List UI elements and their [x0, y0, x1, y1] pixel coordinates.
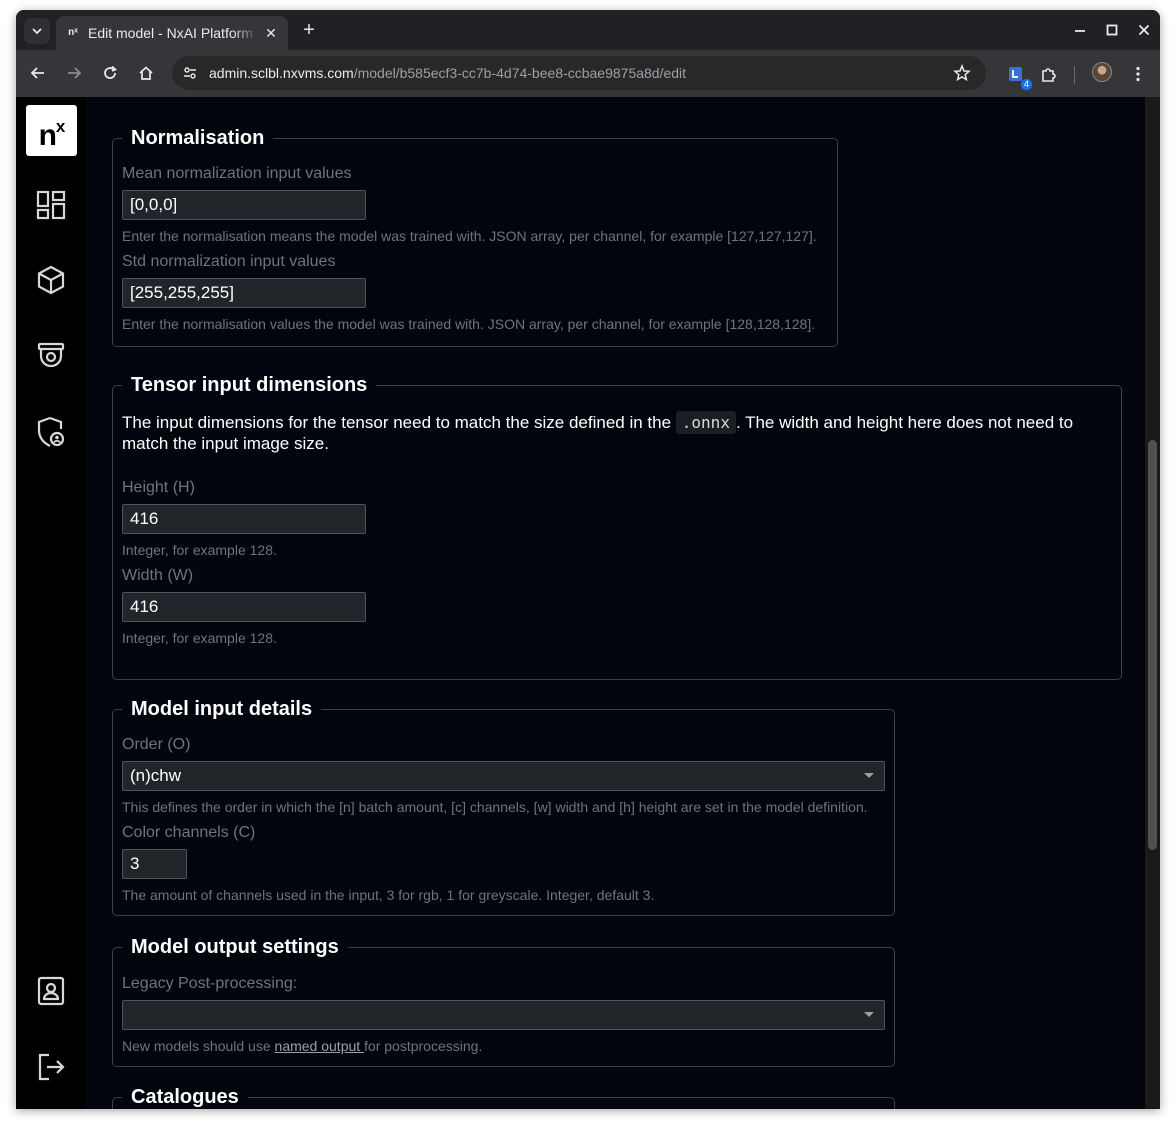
- height-input[interactable]: 416: [122, 504, 366, 534]
- legacy-postprocessing-select[interactable]: [122, 1000, 885, 1030]
- close-tab-icon[interactable]: ✕: [262, 24, 280, 42]
- browser-toolbar: admin.sclbl.nxvms.com/model/b585ecf3-cc7…: [16, 50, 1160, 97]
- logo-text: n: [38, 119, 57, 152]
- close-window-button[interactable]: [1128, 10, 1160, 50]
- std-input[interactable]: [255,255,255]: [122, 278, 366, 308]
- tab-search-button[interactable]: [24, 18, 50, 44]
- tensor-section: Tensor input dimensions The input dimens…: [112, 373, 1122, 680]
- channels-help: The amount of channels used in the input…: [122, 887, 655, 903]
- close-icon: [1138, 24, 1150, 36]
- home-button[interactable]: [135, 62, 157, 84]
- tab-title: Edit model - NxAI Platform: [88, 25, 253, 41]
- address-bar[interactable]: admin.sclbl.nxvms.com/model/b585ecf3-cc7…: [172, 56, 986, 90]
- profile-icon[interactable]: [36, 976, 66, 1006]
- logo-superscript: x: [55, 117, 66, 136]
- channels-input[interactable]: 3: [122, 849, 187, 879]
- url-text: admin.sclbl.nxvms.com/model/b585ecf3-cc7…: [209, 64, 686, 82]
- output-help: New models should use named output for p…: [122, 1037, 885, 1055]
- extension-badge: 4: [1020, 79, 1032, 90]
- profile-avatar[interactable]: [1092, 62, 1112, 82]
- minimize-icon: [1075, 30, 1085, 32]
- url-host: admin.sclbl.nxvms.com: [209, 65, 354, 81]
- extensions-menu-button[interactable]: [1037, 62, 1061, 86]
- more-vert-icon: [1136, 66, 1140, 82]
- normalisation-section: Normalisation Mean normalization input v…: [112, 126, 838, 347]
- order-help: This defines the order in which the [n] …: [122, 799, 868, 815]
- page-scrollbar[interactable]: [1145, 97, 1160, 1109]
- arrow-right-icon: [68, 67, 82, 79]
- dropdown-caret-icon: [864, 1012, 874, 1017]
- site-info-icon[interactable]: [180, 63, 200, 83]
- width-label: Width (W): [122, 567, 194, 584]
- mean-input[interactable]: [0,0,0]: [122, 190, 366, 220]
- reload-button[interactable]: [99, 62, 121, 84]
- mean-label: Mean normalization input values: [122, 165, 352, 182]
- width-input[interactable]: 416: [122, 592, 366, 622]
- height-help: Integer, for example 128.: [122, 542, 277, 558]
- puzzle-icon: [1042, 68, 1056, 82]
- back-button[interactable]: [27, 62, 49, 84]
- app-area: nx Normalisation Mean normalization inpu…: [16, 97, 1160, 1109]
- catalogues-section: Catalogues: [112, 1085, 895, 1109]
- normalisation-legend: Normalisation: [131, 127, 265, 149]
- maximize-button[interactable]: [1096, 10, 1128, 50]
- onnx-code: .onnx: [675, 411, 736, 434]
- minimize-button[interactable]: [1064, 10, 1096, 50]
- tensor-legend: Tensor input dimensions: [131, 374, 368, 396]
- legacy-postprocessing-label: Legacy Post-processing:: [122, 975, 298, 992]
- order-value: (n)chw: [130, 766, 182, 785]
- mean-help: Enter the normalisation means the model …: [122, 228, 817, 244]
- url-path: /model/b585ecf3-cc7b-4d74-bee8-ccbae9875…: [353, 65, 687, 81]
- named-output-link[interactable]: named output: [275, 1038, 365, 1054]
- main-content: Normalisation Mean normalization input v…: [86, 97, 1145, 1109]
- tensor-desc-before: The input dimensions for the tensor need…: [122, 413, 676, 432]
- shield-user-icon[interactable]: [36, 416, 66, 447]
- sidebar: nx: [16, 97, 86, 1109]
- arrow-left-icon: [30, 67, 44, 79]
- logout-icon[interactable]: [36, 1052, 66, 1082]
- nx-favicon-icon: nˣ: [68, 27, 78, 38]
- camera-icon[interactable]: [36, 341, 66, 371]
- height-label: Height (H): [122, 479, 195, 496]
- chevron-down-icon: [32, 28, 42, 35]
- bookmark-star-icon[interactable]: [952, 63, 972, 83]
- dashboard-icon[interactable]: [36, 190, 66, 220]
- scrollbar-thumb[interactable]: [1148, 440, 1157, 850]
- extension-button[interactable]: 4: [1004, 62, 1032, 90]
- width-help: Integer, for example 128.: [122, 630, 277, 646]
- std-label: Std normalization input values: [122, 253, 336, 270]
- cube-icon[interactable]: [36, 265, 66, 295]
- browser-window: nˣ Edit model - NxAI Platform ✕ + admin.…: [16, 10, 1160, 1109]
- forward-button[interactable]: [63, 62, 85, 84]
- nx-logo[interactable]: nx: [26, 105, 77, 156]
- tab-strip: nˣ Edit model - NxAI Platform ✕ +: [16, 10, 1160, 50]
- toolbar-divider: [1074, 66, 1075, 84]
- new-tab-button[interactable]: +: [298, 19, 320, 41]
- window-controls: [1064, 10, 1160, 50]
- model-output-legend: Model output settings: [131, 936, 339, 958]
- maximize-icon: [1106, 24, 1118, 36]
- output-help-after: for postprocessing.: [364, 1038, 483, 1054]
- channels-label: Color channels (C): [122, 824, 256, 841]
- home-icon: [139, 66, 153, 80]
- output-help-before: New models should use: [122, 1038, 275, 1054]
- model-input-section: Model input details Order (O) (n)chw Thi…: [112, 697, 895, 916]
- std-help: Enter the normalisation values the model…: [122, 316, 816, 332]
- dropdown-caret-icon: [864, 773, 874, 778]
- reload-icon: [104, 65, 117, 79]
- catalogues-legend: Catalogues: [131, 1086, 239, 1108]
- browser-tab[interactable]: nˣ Edit model - NxAI Platform ✕: [56, 16, 288, 50]
- browser-menu-button[interactable]: [1126, 62, 1150, 86]
- order-label: Order (O): [122, 736, 191, 753]
- tensor-description: The input dimensions for the tensor need…: [122, 411, 1112, 454]
- model-input-legend: Model input details: [131, 698, 313, 720]
- order-select[interactable]: (n)chw: [122, 761, 885, 791]
- model-output-section: Model output settings Legacy Post-proces…: [112, 935, 895, 1067]
